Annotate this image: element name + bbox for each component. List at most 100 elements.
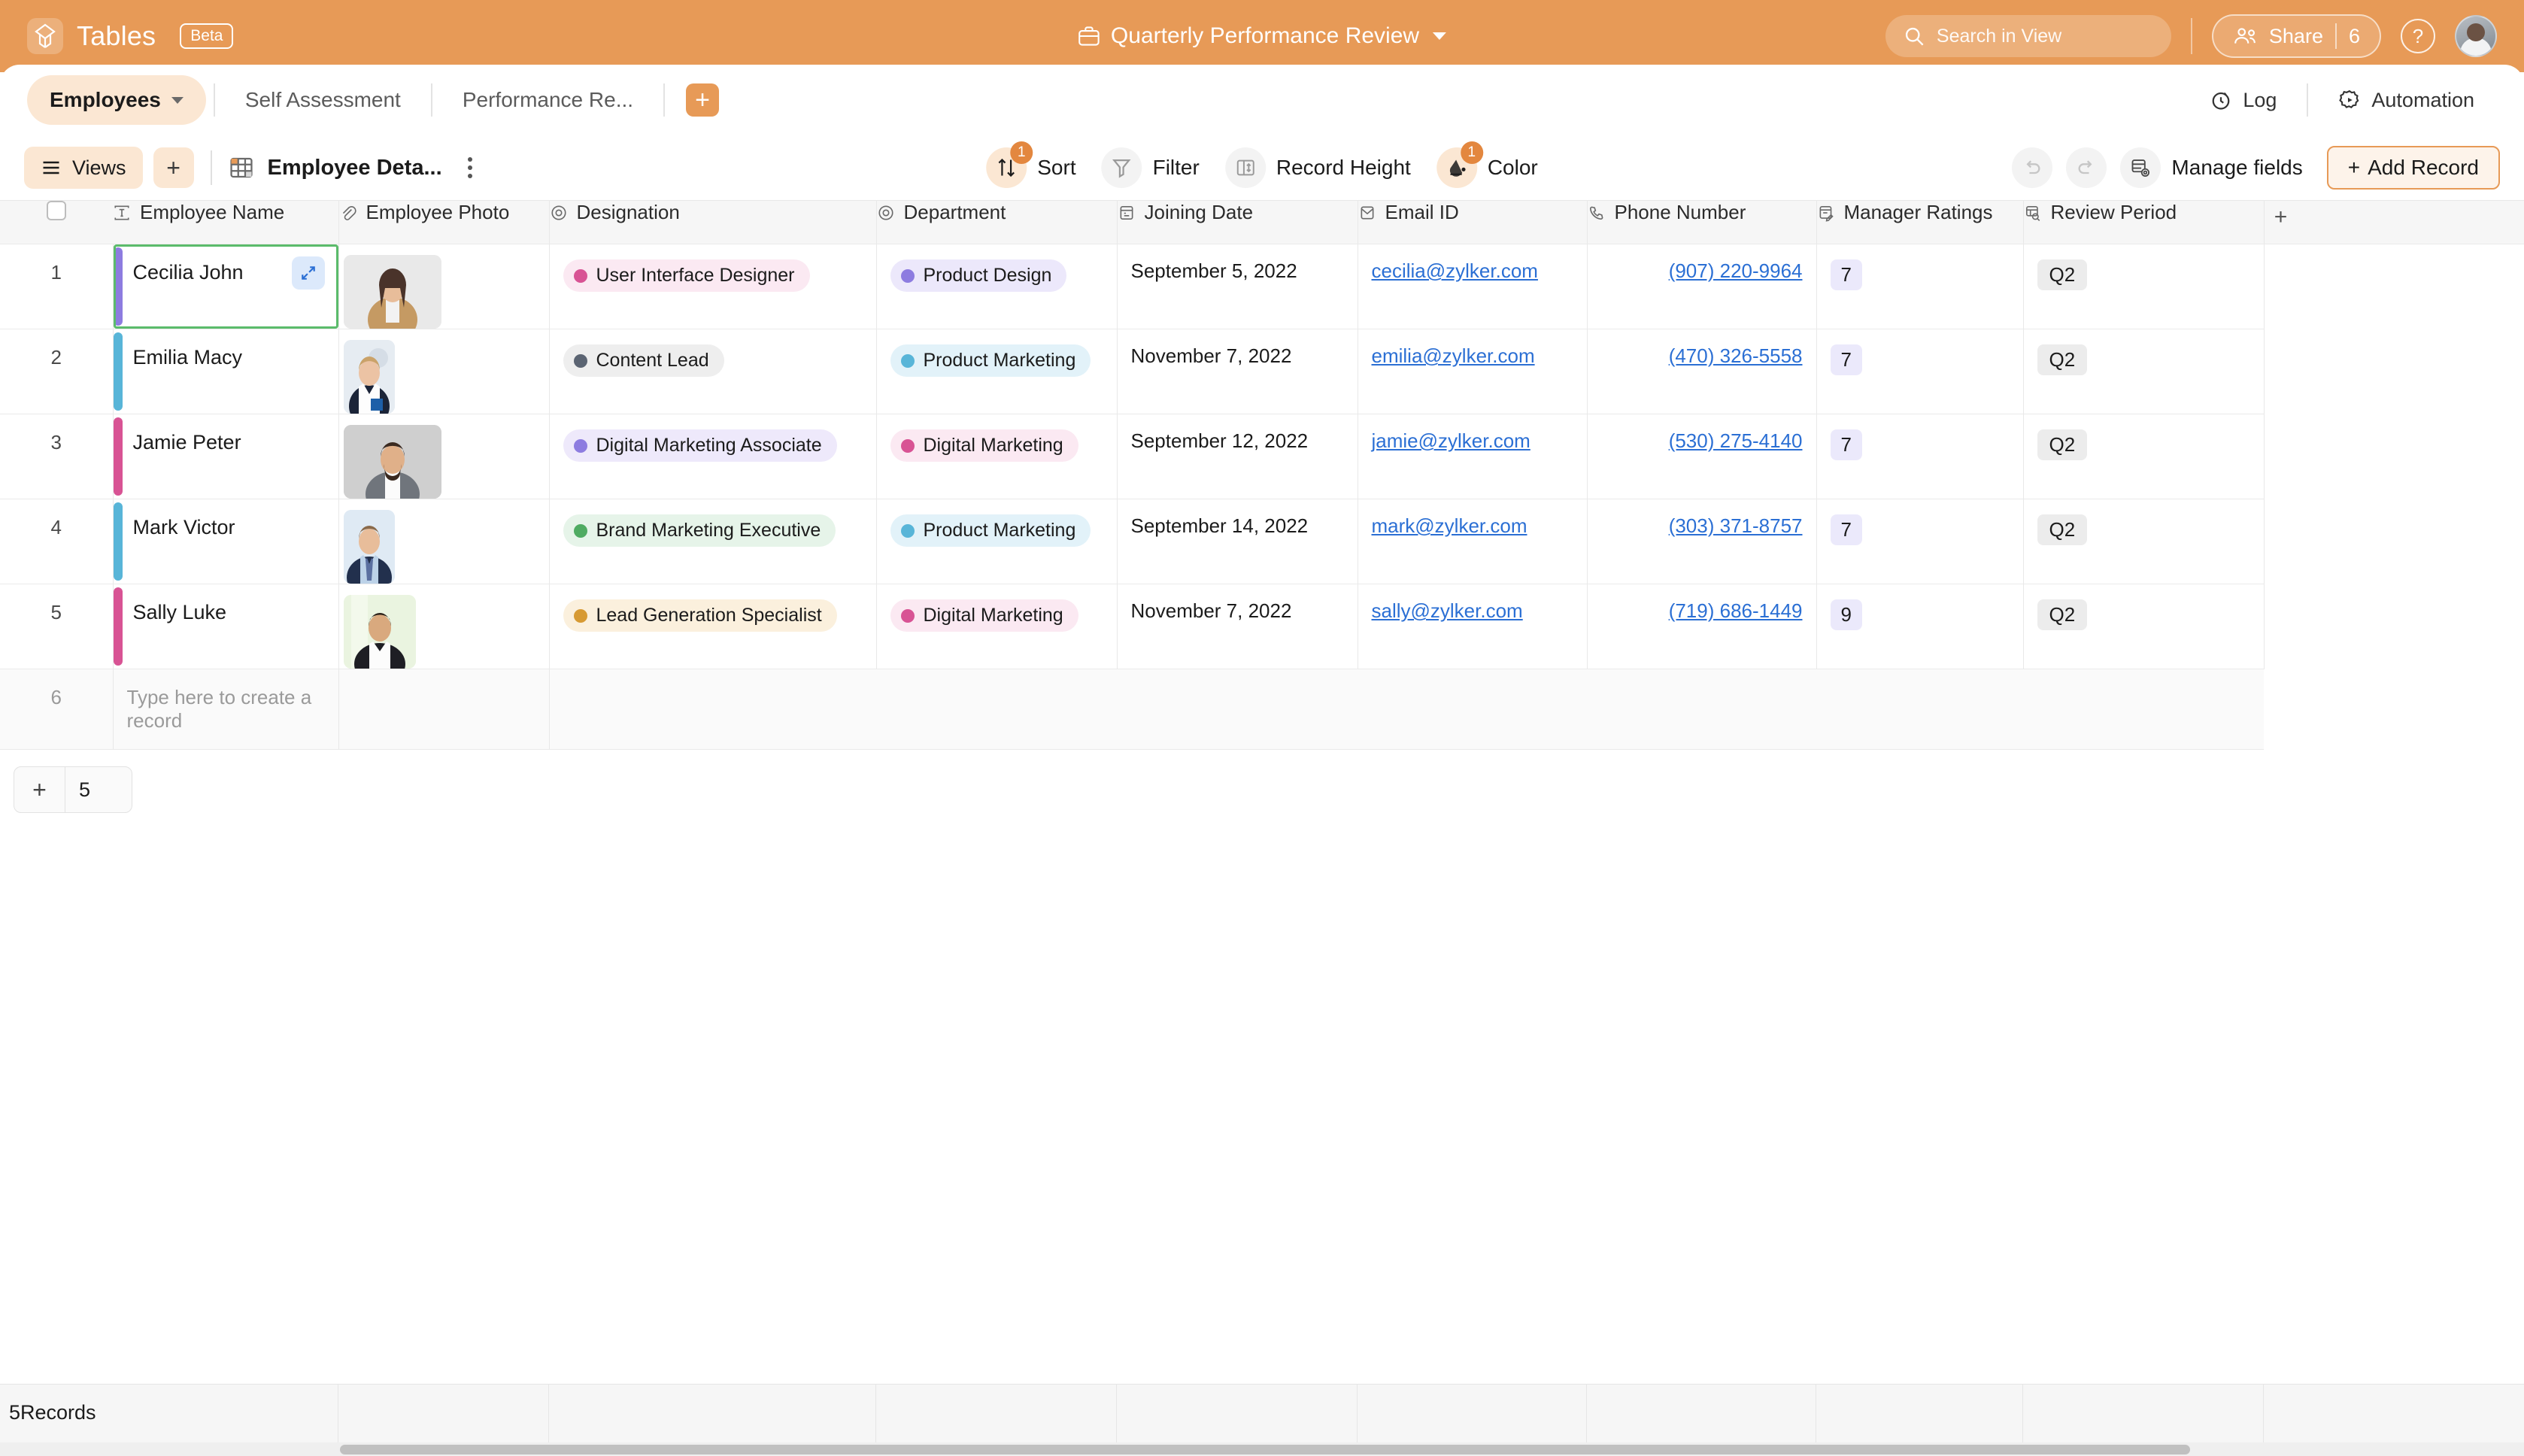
document-title[interactable]: Quarterly Performance Review [1078, 23, 1447, 49]
column-header-designation[interactable]: Designation [549, 200, 877, 244]
cell-department[interactable]: Digital Marketing [876, 584, 1118, 669]
cell-email[interactable]: mark@zylker.com [1358, 499, 1588, 584]
search-input[interactable] [1936, 25, 2153, 47]
cell-joining-date[interactable]: September 5, 2022 [1117, 244, 1358, 329]
phone-link[interactable]: (530) 275-4140 [1669, 429, 1803, 452]
add-rows-plus-button[interactable]: + [14, 767, 65, 812]
cell-review-period[interactable]: Q2 [2023, 244, 2265, 329]
scrollbar-thumb[interactable] [340, 1445, 2190, 1454]
log-button[interactable]: Log [2187, 89, 2299, 112]
add-record-button[interactable]: + Add Record [2326, 146, 2500, 190]
help-icon[interactable]: ? [2401, 19, 2435, 53]
cell-employee-photo[interactable] [338, 244, 550, 329]
cell-phone[interactable]: (530) 275-4140 [1587, 414, 1817, 499]
cell-phone[interactable]: (303) 371-8757 [1587, 499, 1817, 584]
cell-review-period[interactable]: Q2 [2023, 584, 2265, 669]
avatar[interactable] [2455, 15, 2497, 57]
email-link[interactable]: jamie@zylker.com [1372, 429, 1530, 452]
email-link[interactable]: cecilia@zylker.com [1372, 259, 1538, 282]
column-header-joining-date[interactable]: Joining Date [1117, 200, 1358, 244]
email-link[interactable]: mark@zylker.com [1372, 514, 1527, 537]
cell-phone[interactable]: (907) 220-9964 [1587, 244, 1817, 329]
email-link[interactable]: emilia@zylker.com [1372, 344, 1535, 367]
table-row[interactable]: 2 Emilia Macy Content Lead Product Marke… [0, 329, 2524, 414]
tab-self-assessment[interactable]: Self Assessment [223, 75, 423, 125]
cell-joining-date[interactable]: September 12, 2022 [1117, 414, 1358, 499]
cell-designation[interactable]: Digital Marketing Associate [549, 414, 877, 499]
cell-manager-rating[interactable]: 7 [1816, 414, 2024, 499]
cell-employee-name[interactable]: Sally Luke [113, 584, 339, 669]
new-record-row[interactable]: 6 Type here to create a record [0, 669, 2524, 750]
cell-designation[interactable]: User Interface Designer [549, 244, 877, 329]
cell-employee-photo[interactable] [338, 499, 550, 584]
view-more-options-icon[interactable] [462, 151, 478, 184]
column-header-department[interactable]: Department [876, 200, 1118, 244]
redo-icon[interactable] [2066, 147, 2107, 188]
column-header-phone-number[interactable]: Phone Number [1587, 200, 1817, 244]
cell-manager-rating[interactable]: 7 [1816, 499, 2024, 584]
cell-employee-photo[interactable] [338, 584, 550, 669]
cell-manager-rating[interactable]: 7 [1816, 329, 2024, 414]
table-row[interactable]: 3 Jamie Peter Digital Marketing Associat… [0, 414, 2524, 499]
sort-button[interactable]: 1 Sort [986, 141, 1076, 188]
cell-review-period[interactable]: Q2 [2023, 414, 2265, 499]
phone-link[interactable]: (719) 686-1449 [1669, 599, 1803, 622]
cell-manager-rating[interactable]: 9 [1816, 584, 2024, 669]
select-all-checkbox[interactable] [47, 201, 66, 220]
manage-fields-button[interactable]: Manage fields [2120, 147, 2303, 188]
cell-joining-date[interactable]: November 7, 2022 [1117, 329, 1358, 414]
column-header-manager-ratings[interactable]: Manager Ratings [1816, 200, 2024, 244]
cell-employee-photo[interactable] [338, 414, 550, 499]
tab-employees[interactable]: Employees [27, 75, 206, 125]
cell-email[interactable]: jamie@zylker.com [1358, 414, 1588, 499]
add-column-button[interactable]: + [2265, 201, 2298, 234]
new-record-cell[interactable] [338, 669, 550, 750]
column-header-employee-photo[interactable]: Employee Photo [338, 200, 550, 244]
cell-designation[interactable]: Lead Generation Specialist [549, 584, 877, 669]
cell-joining-date[interactable]: September 14, 2022 [1117, 499, 1358, 584]
cell-review-period[interactable]: Q2 [2023, 329, 2265, 414]
record-height-button[interactable]: Record Height [1224, 147, 1411, 188]
share-button[interactable]: Share 6 [2211, 14, 2381, 58]
phone-link[interactable]: (470) 326-5558 [1669, 344, 1803, 367]
new-record-input-cell[interactable]: Type here to create a record [113, 669, 339, 750]
column-header-email-id[interactable]: Email ID [1358, 200, 1588, 244]
table-row[interactable]: 4 Mark Victor Brand Marketing Executive … [0, 499, 2524, 584]
cell-email[interactable]: emilia@zylker.com [1358, 329, 1588, 414]
add-rows-control[interactable]: + 5 [14, 766, 132, 813]
add-view-button[interactable]: + [153, 147, 194, 188]
column-header-review-period[interactable]: Review Period [2023, 200, 2265, 244]
phone-link[interactable]: (907) 220-9964 [1669, 259, 1803, 282]
cell-manager-rating[interactable]: 7 [1816, 244, 2024, 329]
search-box[interactable] [1885, 15, 2171, 57]
phone-link[interactable]: (303) 371-8757 [1669, 514, 1803, 537]
new-record-cell[interactable] [549, 669, 2264, 750]
add-rows-count[interactable]: 5 [65, 778, 132, 802]
cell-employee-name[interactable]: Jamie Peter [113, 414, 339, 499]
cell-phone[interactable]: (470) 326-5558 [1587, 329, 1817, 414]
table-row[interactable]: 1 Cecilia John User Interface Designer P… [0, 244, 2524, 329]
cell-employee-photo[interactable] [338, 329, 550, 414]
cell-department[interactable]: Product Design [876, 244, 1118, 329]
horizontal-scrollbar[interactable] [0, 1442, 2524, 1456]
cell-designation[interactable]: Brand Marketing Executive [549, 499, 877, 584]
table-row[interactable]: 5 Sally Luke Lead Generation Specialist … [0, 584, 2524, 669]
views-button[interactable]: Views [24, 147, 143, 189]
cell-email[interactable]: sally@zylker.com [1358, 584, 1588, 669]
undo-icon[interactable] [2012, 147, 2053, 188]
cell-department[interactable]: Product Marketing [876, 499, 1118, 584]
cell-review-period[interactable]: Q2 [2023, 499, 2265, 584]
cell-employee-name[interactable]: Emilia Macy [113, 329, 339, 414]
cell-department[interactable]: Digital Marketing [876, 414, 1118, 499]
cell-employee-name[interactable]: Cecilia John [113, 244, 339, 329]
add-tab-button[interactable]: + [686, 83, 720, 117]
cell-employee-name[interactable]: Mark Victor [113, 499, 339, 584]
cell-phone[interactable]: (719) 686-1449 [1587, 584, 1817, 669]
tab-performance-review[interactable]: Performance Re... [440, 75, 656, 125]
cell-joining-date[interactable]: November 7, 2022 [1117, 584, 1358, 669]
color-button[interactable]: 1 Color [1436, 141, 1538, 188]
cell-department[interactable]: Product Marketing [876, 329, 1118, 414]
view-name[interactable]: Employee Deta... [268, 156, 442, 180]
cell-email[interactable]: cecilia@zylker.com [1358, 244, 1588, 329]
email-link[interactable]: sally@zylker.com [1372, 599, 1523, 622]
